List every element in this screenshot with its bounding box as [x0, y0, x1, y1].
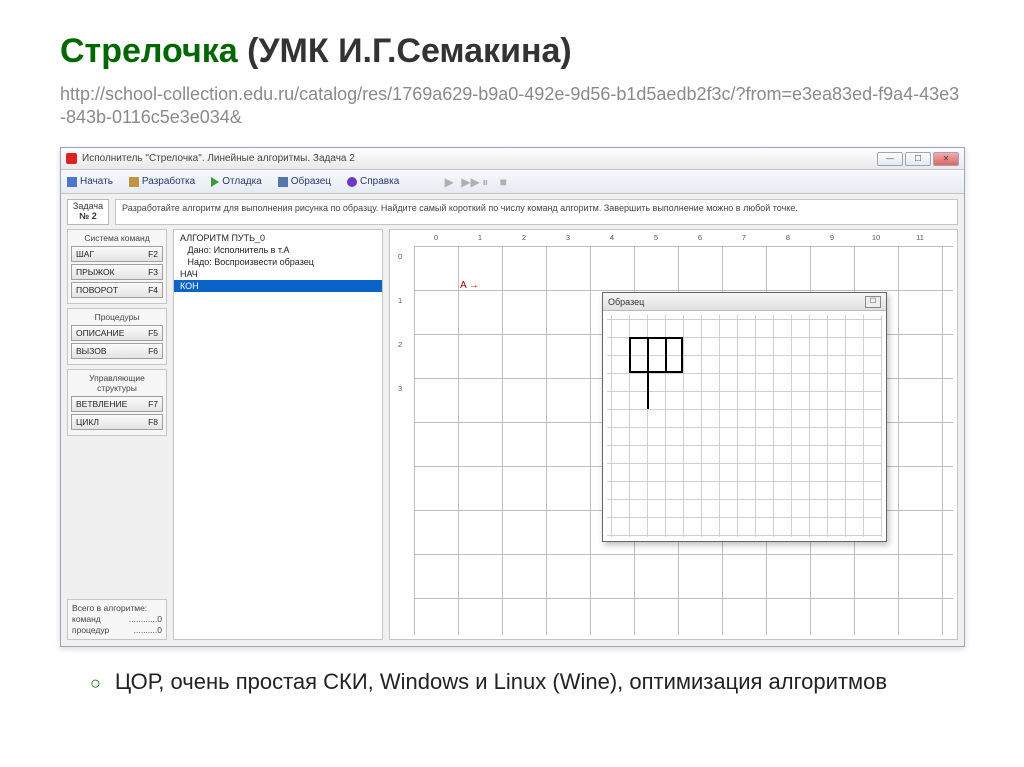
code-line: НАЧ [174, 268, 382, 280]
task-description: Разработайте алгоритм для выполнения рис… [115, 199, 958, 225]
sample-window[interactable]: Образец ☐ [602, 292, 887, 542]
sample-titlebar: Образец ☐ [603, 293, 886, 311]
cmd-turn[interactable]: ПОВОРОТF4 [71, 282, 163, 298]
code-line-selected: КОН [174, 280, 382, 292]
maximize-button[interactable]: ☐ [905, 152, 931, 166]
ruler-horizontal: 01234567891011 [414, 233, 942, 242]
pencil-icon [129, 177, 139, 187]
cmd-jump[interactable]: ПРЫЖОКF3 [71, 264, 163, 280]
group-procedures: Процедуры ОПИСАНИЕF5 ВЫЗОВF6 [67, 308, 167, 365]
code-editor[interactable]: АЛГОРИТМ ПУТЬ_0 Дано: Исполнитель в т.A … [173, 229, 383, 640]
cmd-loop[interactable]: ЦИКЛF8 [71, 414, 163, 430]
sample-close-button[interactable]: ☐ [865, 296, 881, 308]
sidebar-footer: Всего в алгоритме: команд............0 п… [67, 599, 167, 640]
cmd-call[interactable]: ВЫЗОВF6 [71, 343, 163, 359]
slide-caption: ○ЦОР, очень простая СКИ, Windows и Linux… [60, 669, 964, 695]
code-line: АЛГОРИТМ ПУТЬ_0 [174, 232, 382, 244]
menubar: Начать Разработка Отладка Образец Справк… [61, 170, 964, 194]
sample-shape [629, 337, 683, 373]
play-icon [211, 177, 219, 187]
menu-help[interactable]: Справка [347, 176, 399, 187]
task-bar: Задача № 2 Разработайте алгоритм для вып… [61, 194, 964, 229]
canvas[interactable]: 01234567891011 0123 A → Образец ☐ [389, 229, 958, 640]
window-title: Исполнитель "Стрелочка". Линейные алгори… [82, 153, 355, 164]
menu-start[interactable]: Начать [67, 176, 113, 187]
menu-dev[interactable]: Разработка [129, 176, 195, 187]
stop-btn[interactable]: ■ [497, 176, 509, 188]
source-url: http://school-collection.edu.ru/catalog/… [60, 83, 964, 130]
app-window: Исполнитель "Стрелочка". Линейные алгори… [60, 147, 965, 647]
menu-sample[interactable]: Образец [278, 176, 331, 187]
picture-icon [278, 177, 288, 187]
playback-controls: ▶ ▶▶ ⏸ ■ [443, 176, 509, 188]
menu-debug[interactable]: Отладка [211, 176, 262, 187]
cmd-branch[interactable]: ВЕТВЛЕНИЕF7 [71, 396, 163, 412]
title-rest: (УМК И.Г.Семакина) [238, 32, 572, 70]
cmd-desc[interactable]: ОПИСАНИЕF5 [71, 325, 163, 341]
code-line: Надо: Воспроизвести образец [174, 256, 382, 268]
ruler-vertical: 0123 [398, 252, 402, 428]
minimize-button[interactable]: — [877, 152, 903, 166]
help-icon [347, 177, 357, 187]
sample-shape-line-v2 [665, 337, 667, 373]
cmd-step[interactable]: ШАГF2 [71, 246, 163, 262]
sample-canvas [607, 315, 882, 537]
fwd-btn[interactable]: ▶▶ [461, 176, 473, 188]
task-badge: Задача № 2 [67, 199, 109, 225]
code-line: Дано: Исполнитель в т.A [174, 244, 382, 256]
bullet-icon: ○ [90, 673, 101, 694]
play-btn[interactable]: ▶ [443, 176, 455, 188]
close-button[interactable]: ✕ [933, 152, 959, 166]
app-icon [66, 153, 77, 164]
title-green: Стрелочка [60, 32, 238, 70]
group-control: Управляющие структуры ВЕТВЛЕНИЕF7 ЦИКЛF8 [67, 369, 167, 436]
pause-btn[interactable]: ⏸ [479, 176, 491, 188]
sample-shape-line-v [647, 337, 649, 409]
titlebar: Исполнитель "Стрелочка". Линейные алгори… [61, 148, 964, 170]
sidebar: Система команд ШАГF2 ПРЫЖОКF3 ПОВОРОТF4 … [67, 229, 167, 640]
executor-arrow-icon: A → [460, 280, 479, 291]
start-icon [67, 177, 77, 187]
group-commands: Система команд ШАГF2 ПРЫЖОКF3 ПОВОРОТF4 [67, 229, 167, 304]
slide-heading: Стрелочка (УМК И.Г.Семакина) [60, 30, 964, 73]
